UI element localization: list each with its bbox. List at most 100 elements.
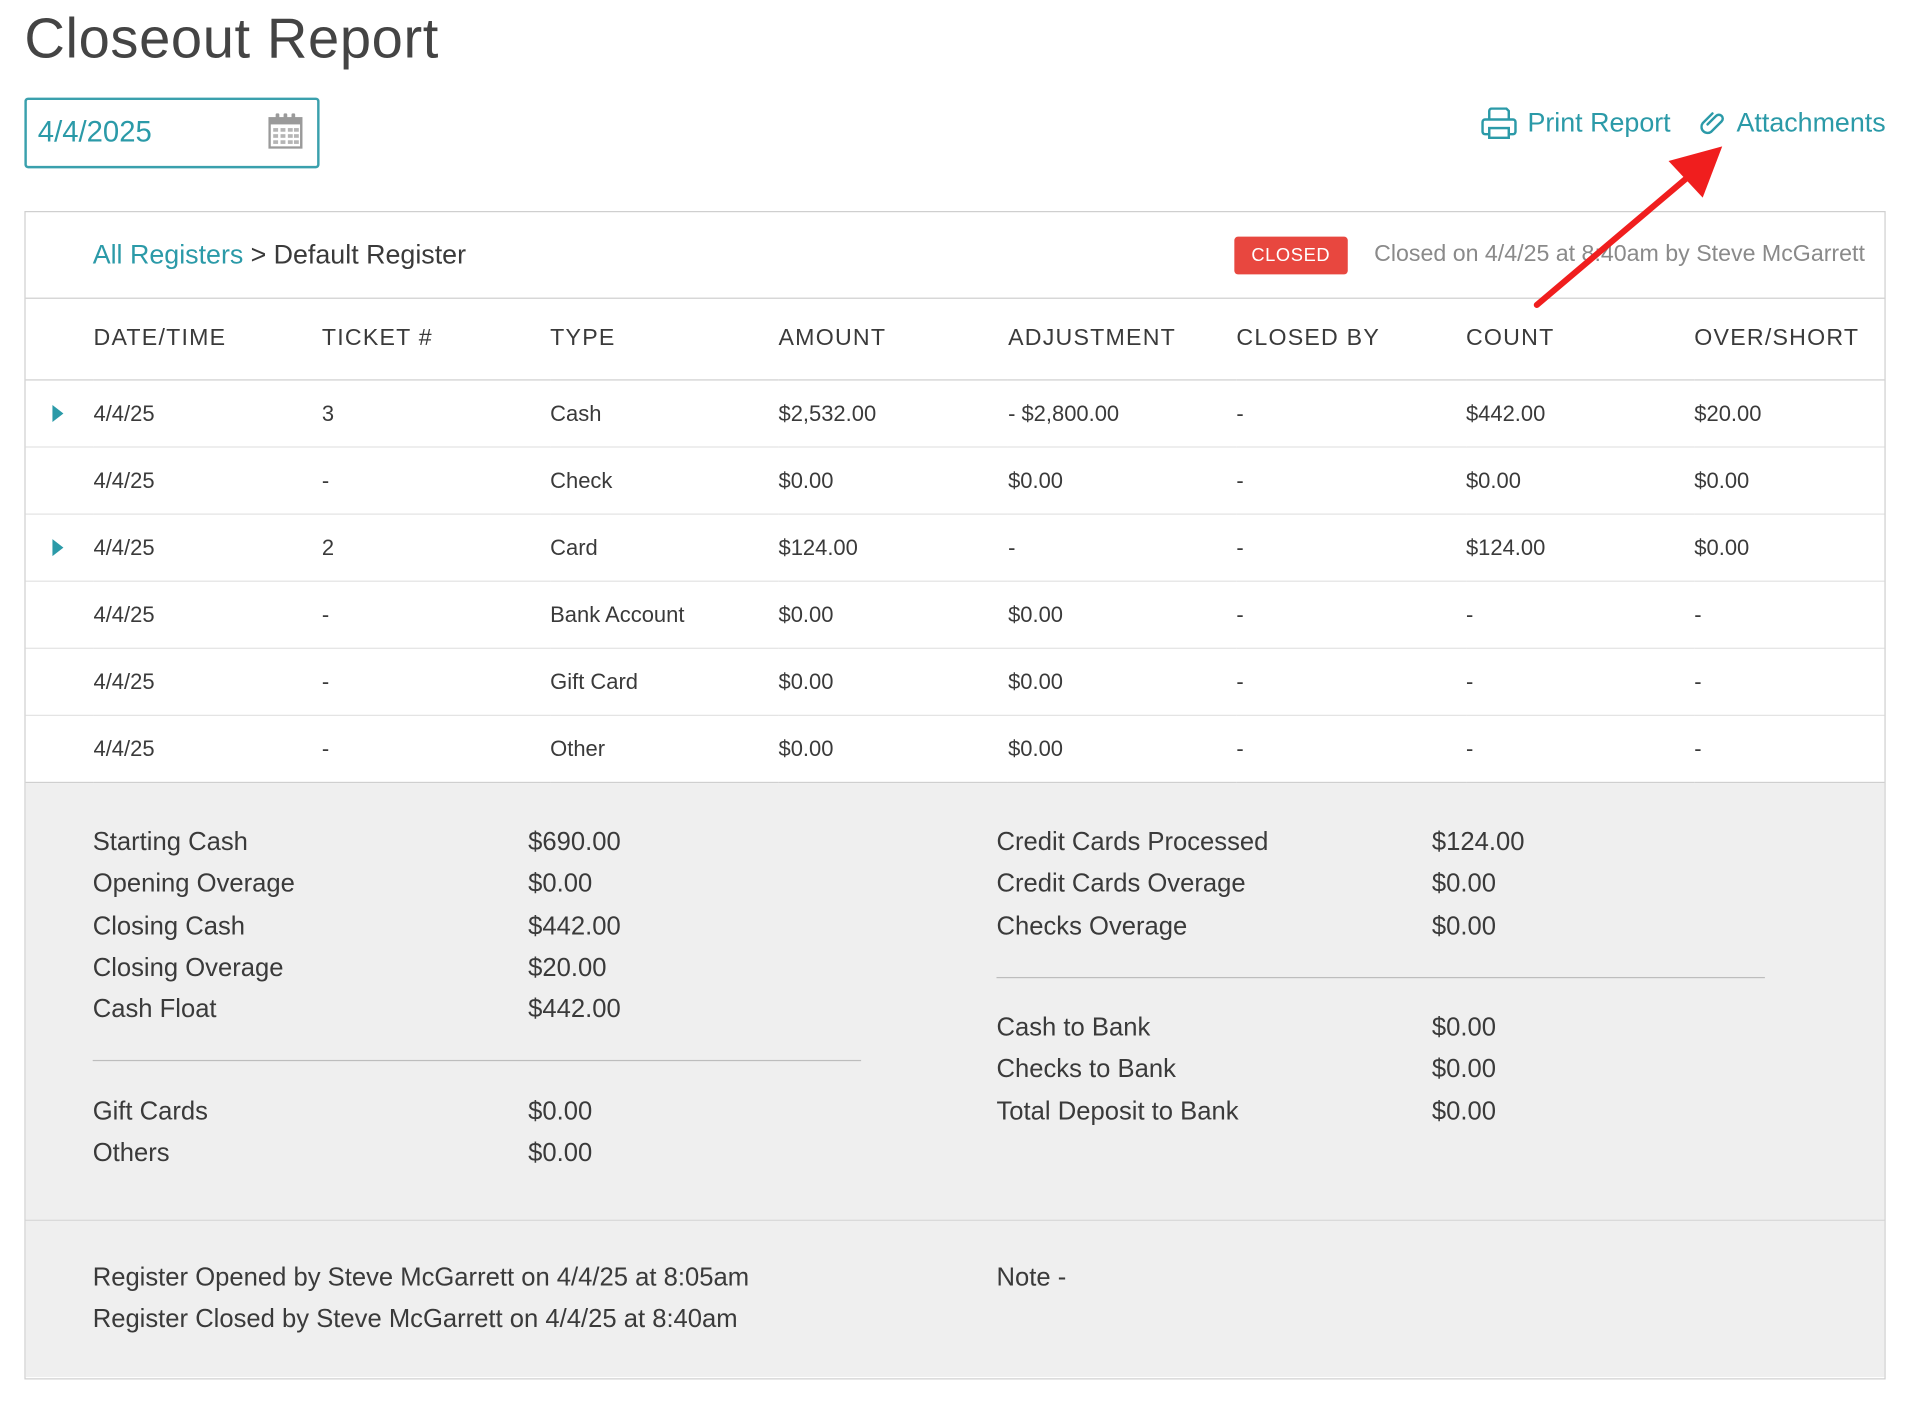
breadcrumb-separator: >	[250, 239, 267, 270]
summary-row: Total Deposit to Bank $0.00	[996, 1091, 1764, 1133]
table-cell: - $2,800.00	[1008, 379, 1237, 448]
table-cell: -	[1236, 514, 1466, 582]
summary-right: Credit Cards Processed $124.00 Credit Card…	[996, 822, 1765, 1133]
summary-value: $0.00	[1431, 912, 1497, 941]
expand-row-icon[interactable]	[52, 539, 64, 557]
table-row[interactable]: 4/4/25 2 Card $124.00- - $124.00 $0.00	[25, 514, 1885, 582]
summary-value: $0.00	[1431, 870, 1497, 899]
summary-row: Closing Cash $442.00	[93, 906, 861, 948]
register-closed-line: Register Closed by Steve McGarrett on 4/…	[92, 1305, 738, 1334]
register-opened-line: Register Opened by Steve McGarrett on 4/…	[92, 1263, 750, 1292]
attachments-link[interactable]: Attachments	[1699, 107, 1886, 139]
table-cell: -	[1236, 447, 1466, 515]
print-report-link[interactable]: Print Report	[1481, 107, 1671, 140]
summary-row: Opening Overage $0.00	[93, 864, 861, 906]
table-row: 4/4/25- Other $0.00 $0.00- - -	[25, 715, 1885, 784]
table-cell: $0.00	[778, 715, 1009, 784]
table-cell: Card	[550, 514, 779, 582]
table-cell: -	[321, 648, 551, 716]
summary-value: $442.00	[528, 995, 621, 1024]
summary-row: Gift Cards $0.00	[93, 1091, 861, 1133]
table-cell: -	[1694, 648, 1885, 716]
summary-value: $0.00	[1431, 1055, 1497, 1084]
table-cell: 4/4/25	[93, 715, 322, 784]
summary-label: Checks to Bank	[996, 1055, 1176, 1084]
table-cell: $0.00	[1008, 715, 1237, 784]
annotation-arrow	[1533, 146, 1723, 308]
date-picker[interactable]: 4/4/2025	[24, 97, 320, 169]
expand-cell[interactable]	[25, 379, 94, 448]
expand-column-header	[25, 298, 94, 381]
table-cell: Bank Account	[550, 581, 779, 649]
summary-label: Starting Cash	[92, 828, 248, 857]
column-header: DATE/TIME	[93, 298, 322, 381]
breadcrumb-current-register: Default Register	[273, 239, 467, 270]
summary-row: Starting Cash $690.00	[93, 822, 861, 864]
summary-label: Others	[92, 1139, 170, 1168]
table-cell: -	[1236, 379, 1466, 448]
paperclip-icon	[1699, 109, 1727, 138]
summary-label: Credit Cards Overage	[996, 870, 1246, 899]
table-cell: -	[1465, 648, 1695, 716]
table-cell: Gift Card	[550, 648, 779, 716]
expand-cell	[25, 581, 94, 649]
breadcrumb-all-registers[interactable]: All Registers	[93, 239, 244, 271]
expand-cell[interactable]	[25, 514, 94, 582]
summary-row: Credit Cards Processed $124.00	[996, 822, 1764, 864]
table-cell: $0.00	[1008, 447, 1237, 515]
table-cell: 4/4/25	[93, 379, 322, 448]
summary-value: $0.00	[528, 1097, 593, 1126]
print-report-label[interactable]: Print Report	[1527, 107, 1670, 139]
status-badge: CLOSED	[1234, 236, 1348, 274]
summary-panel: Starting Cash $690.00 Opening Overage $0.00…	[25, 783, 1885, 1221]
table-cell: -	[1465, 581, 1695, 649]
table-cell: Other	[550, 715, 779, 784]
register-note: Note -	[996, 1263, 1067, 1292]
page-root: Closeout Report 4/4/2025 Print Report At…	[0, 0, 1910, 1406]
summary-value: $0.00	[1431, 1097, 1497, 1126]
register-footer: Register Opened by Steve McGarrett on 4/…	[25, 1220, 1885, 1378]
table-cell: 4/4/25	[93, 648, 322, 716]
transactions-body: 4/4/25 3 Cash $2,532.00- $2,800.00- $442.00 $…	[25, 379, 1885, 784]
table-cell: $0.00	[1008, 581, 1237, 649]
summary-row: Checks Overage $0.00	[996, 906, 1764, 948]
summary-divider	[92, 1060, 862, 1062]
table-cell: -	[321, 581, 551, 649]
table-cell: -	[1236, 648, 1466, 716]
table-cell: 3	[321, 379, 551, 448]
table-row: 4/4/25- Bank Account $0.00 $0.00- - -	[25, 581, 1885, 649]
table-cell: $0.00	[1694, 447, 1885, 515]
summary-label: Closing Cash	[92, 912, 246, 941]
date-input-value[interactable]: 4/4/2025	[38, 116, 269, 150]
summary-value: $0.00	[528, 1139, 593, 1168]
column-header: TICKET #	[321, 298, 551, 381]
table-cell: Check	[550, 447, 779, 515]
summary-label: Opening Overage	[92, 870, 295, 899]
attachments-label[interactable]: Attachments	[1737, 107, 1886, 139]
table-cell: $442.00	[1465, 379, 1695, 448]
column-header: ADJUSTMENT	[1008, 298, 1237, 381]
expand-row-icon[interactable]	[52, 404, 64, 423]
register-log: Register Opened by Steve McGarrett on 4/…	[93, 1258, 749, 1341]
calendar-icon[interactable]	[268, 112, 303, 155]
summary-row: Cash Float $442.00	[93, 989, 861, 1031]
summary-value: $0.00	[1431, 1013, 1497, 1042]
table-cell: $124.00	[1465, 514, 1695, 582]
summary-value: $442.00	[528, 912, 621, 941]
column-header: TYPE	[550, 298, 779, 381]
table-row: 4/4/25- Gift Card $0.00 $0.00- - -	[25, 648, 1885, 716]
table-cell: $124.00	[778, 514, 1009, 582]
summary-label: Checks Overage	[996, 912, 1188, 941]
table-cell: -	[1694, 715, 1885, 784]
summary-label: Gift Cards	[92, 1097, 208, 1126]
summary-left: Starting Cash $690.00 Opening Overage $0.00…	[92, 822, 862, 1175]
table-cell: $0.00	[1465, 447, 1695, 515]
summary-label: Credit Cards Processed	[996, 828, 1269, 857]
table-cell: $0.00	[778, 447, 1009, 515]
table-cell: $0.00	[1008, 648, 1237, 716]
table-row[interactable]: 4/4/25 3 Cash $2,532.00- $2,800.00- $442.00 $…	[25, 379, 1885, 448]
summary-row: Cash to Bank $0.00	[996, 1007, 1764, 1049]
summary-label: Closing Overage	[92, 953, 284, 982]
summary-label: Total Deposit to Bank	[996, 1097, 1239, 1126]
table-cell: -	[1008, 514, 1237, 582]
